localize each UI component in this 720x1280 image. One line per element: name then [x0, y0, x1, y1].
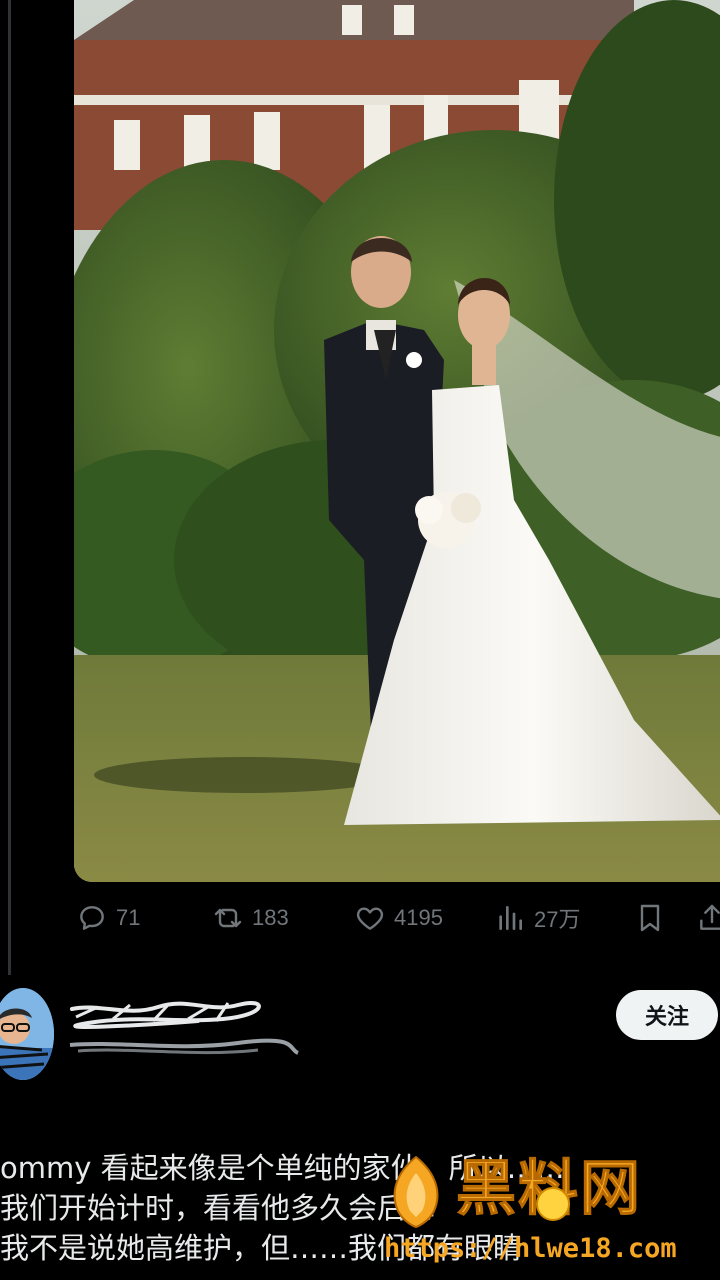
share-icon [700, 904, 720, 930]
avatar-image [0, 988, 54, 1080]
share-action[interactable] [696, 895, 720, 941]
retweet-count: 183 [252, 905, 289, 930]
views-action[interactable]: 27万 [494, 895, 580, 941]
watermark: 黑料网 https://hlwe18.com [378, 1145, 720, 1275]
heart-icon [356, 907, 384, 930]
like-action[interactable]: 4195 [354, 895, 443, 941]
like-count: 4195 [394, 905, 443, 930]
retweet-action[interactable]: 183 [212, 895, 289, 941]
reply-count: 71 [116, 905, 141, 930]
post-photo[interactable] [74, 0, 720, 882]
reply-icon [80, 906, 104, 930]
thread-line [8, 0, 11, 975]
views-count: 27万 [534, 907, 581, 932]
follow-button[interactable]: 关注 [616, 990, 718, 1040]
bookmark-icon [640, 904, 660, 932]
reply-action[interactable]: 71 [76, 895, 140, 941]
watermark-emoji-icon [536, 1187, 570, 1221]
views-icon [499, 906, 522, 930]
post-action-bar: 71 183 4195 27万 [74, 895, 720, 941]
tweet-detail-screen: 71 183 4195 27万 关注 ommy 看起来像是个单纯的家伙，所以……… [0, 0, 720, 1280]
retweet-icon [214, 908, 242, 928]
bookmark-action[interactable] [634, 895, 674, 941]
reply-avatar[interactable] [0, 988, 54, 1080]
wedding-photo-illustration [74, 0, 720, 882]
watermark-url: https://hlwe18.com [384, 1233, 677, 1264]
watermark-logo-icon [393, 1155, 439, 1229]
redacted-username-scribble [69, 1001, 299, 1055]
